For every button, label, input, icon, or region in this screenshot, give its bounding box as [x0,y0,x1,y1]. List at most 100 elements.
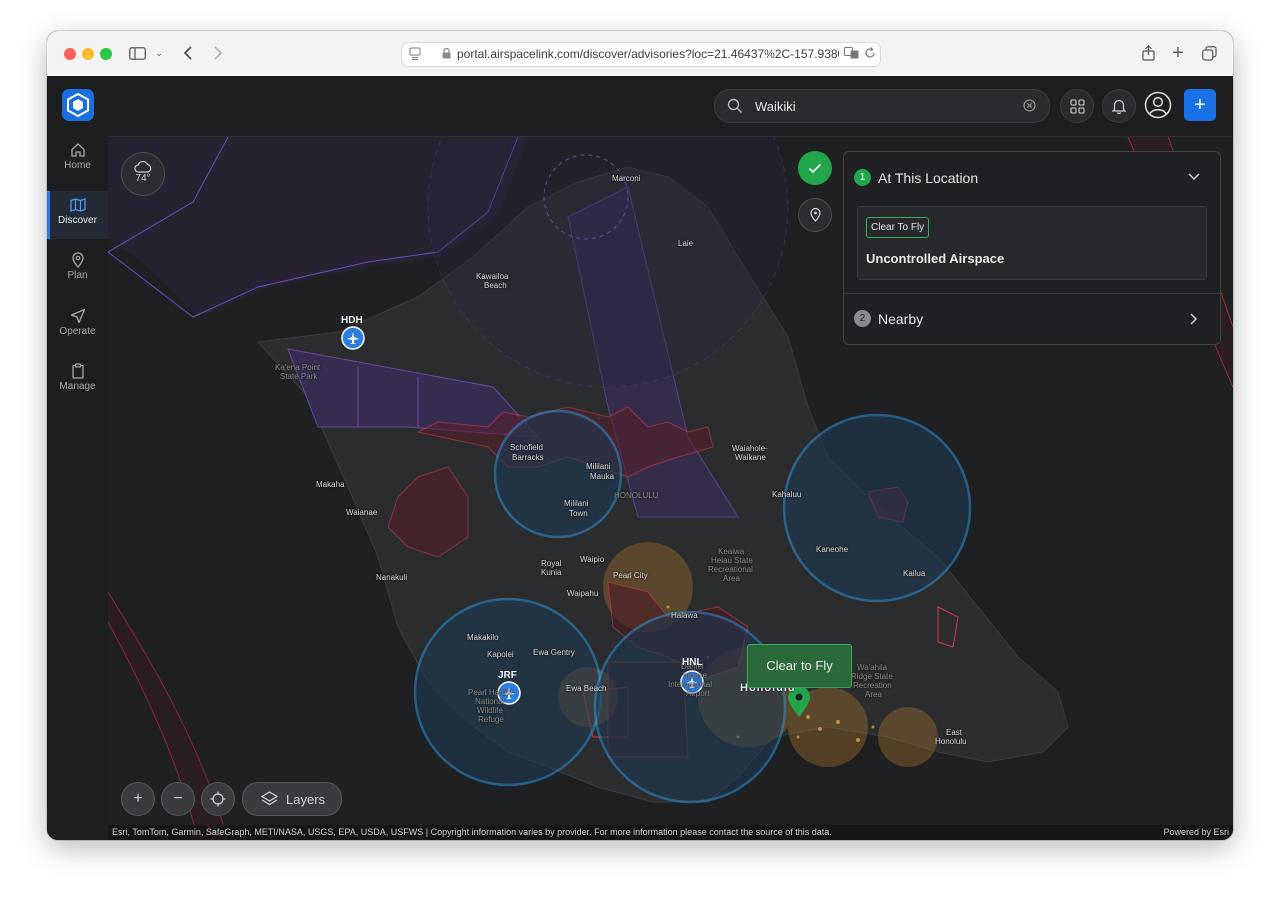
search-value: Waikiki [755,99,796,114]
at-this-location-header[interactable]: 1 At This Location [844,152,1220,200]
browser-toolbar: ⌄ portal.airspacelink.com/discover/advis… [47,31,1233,77]
new-tab-button[interactable]: + [1169,42,1187,64]
map-label: Nanakuli [376,573,408,582]
map-label: Mililani [586,462,611,471]
sidebar-toggle-icon[interactable] [127,43,147,63]
map-label: Marconi [612,174,641,183]
translate-icon[interactable] [844,47,859,62]
map-label: Airport [686,689,710,698]
map-label: Ka'ena Point [275,363,321,372]
map-label: State Park [280,372,318,381]
notifications-button[interactable] [1102,89,1136,123]
section-title: Nearby [878,311,924,327]
airspace-class-title: Uncontrolled Airspace [866,251,1005,266]
top-bar: Waikiki + [108,76,1233,137]
navigation-arrow-icon [70,308,85,324]
map-label: Kawailoa [476,272,509,281]
zoom-window-button[interactable] [100,48,112,60]
clear-to-fly-tooltip: Clear to Fly [747,644,852,688]
chevron-down-icon[interactable]: ⌄ [153,43,165,63]
powered-by-esri-link[interactable]: Powered by Esri [1163,825,1229,840]
map-label: Heiau State [711,556,753,565]
zoom-out-button[interactable]: − [161,782,195,816]
map-label: Waipahu [567,589,599,598]
map-label: Kunia [541,568,562,577]
map-attribution: Esri, TomTom, Garmin, SafeGraph, METI/NA… [108,825,1233,840]
grid-icon [1069,98,1085,114]
map-label: Mililani [564,499,589,508]
app-root: Home Discover Plan Operate Manage Waikik… [47,76,1233,840]
map-label: Recreation [853,681,892,690]
advisory-panel: 1 At This Location Clear To Fly Uncontro… [843,151,1221,345]
airport-label-hnl[interactable]: HNL [682,657,703,668]
sidebar-item-label: Plan [67,270,88,281]
map-label: Laie [678,239,694,248]
left-sidebar: Home Discover Plan Operate Manage [47,76,109,840]
reload-icon[interactable] [864,47,876,62]
map-label: Ewa Beach [566,684,607,693]
airspace-map[interactable]: Marconi Laie Kawailoa Beach Ka'ena Point… [108,137,1233,840]
map-label: Waipio [580,555,605,564]
weather-temperature: 74° [135,173,151,184]
map-label: Inouye [683,671,708,680]
clear-status-button[interactable] [798,151,832,185]
create-new-button[interactable]: + [1184,89,1216,121]
map-label: Town [569,509,588,518]
cloud-icon [134,161,152,173]
map-label: Royal [541,559,562,568]
map-label: Recreational [708,565,753,574]
layers-button[interactable]: Layers [242,782,342,816]
sidebar-item-discover[interactable]: Discover [47,191,108,239]
chevron-down-icon[interactable] [1188,173,1200,181]
map-label: Wildlife [477,706,503,715]
map-label: Kapolei [487,650,514,659]
chevron-right-icon[interactable] [1190,313,1198,325]
drop-pin-button[interactable] [798,198,832,232]
clear-search-icon[interactable] [1023,99,1036,112]
map-label: Honolulu [935,737,967,746]
tab-overview-icon[interactable] [1200,43,1218,63]
map-label: Kahaluu [772,490,802,499]
sidebar-item-label: Manage [59,381,96,392]
map-label: Ewa Gentry [533,648,575,657]
browser-window: ⌄ portal.airspacelink.com/discover/advis… [47,31,1233,840]
weather-widget[interactable]: 74° [121,152,165,196]
airspacelink-logo[interactable] [62,89,94,121]
user-account-button[interactable] [1144,91,1172,119]
status-badge: Clear To Fly [866,217,930,238]
close-window-button[interactable] [64,48,76,60]
map-label: HONOLULU [614,491,659,500]
search-input[interactable]: Waikiki [714,89,1050,123]
map-label: Waiahole- [732,444,768,453]
zoom-in-button[interactable]: + [121,782,155,816]
url-text: portal.airspacelink.com/discover/advisor… [457,47,839,61]
sidebar-item-operate[interactable]: Operate [47,302,108,350]
sidebar-item-label: Home [64,160,91,171]
location-pin-icon [809,208,821,222]
home-icon [70,143,85,157]
airport-label-hdh[interactable]: HDH [341,315,363,326]
back-button[interactable] [179,43,197,63]
plus-icon: + [133,790,143,807]
map-label: Pearl Harbor [468,688,514,697]
crosshair-icon [210,791,226,807]
step-number: 2 [854,310,871,327]
advisory-card[interactable]: Clear To Fly Uncontrolled Airspace [857,206,1207,280]
map-label: Waianae [346,508,378,517]
apps-grid-button[interactable] [1060,89,1094,123]
airport-label-jrf[interactable]: JRF [498,670,517,681]
minimize-window-button[interactable] [82,48,94,60]
sidebar-item-home[interactable]: Home [47,136,108,184]
sidebar-item-plan[interactable]: Plan [47,246,108,294]
locate-me-button[interactable] [201,782,235,816]
forward-button[interactable] [209,43,227,63]
map-label: Kaneohe [816,545,849,554]
address-bar[interactable]: portal.airspacelink.com/discover/advisor… [401,42,881,67]
map-icon [69,198,86,212]
page-settings-icon[interactable] [409,47,421,63]
map-label: Area [865,690,882,699]
sidebar-item-manage[interactable]: Manage [47,357,108,405]
share-icon[interactable] [1139,43,1157,63]
nearby-header[interactable]: 2 Nearby [844,294,1220,344]
attribution-text: Esri, TomTom, Garmin, SafeGraph, METI/NA… [112,827,832,837]
